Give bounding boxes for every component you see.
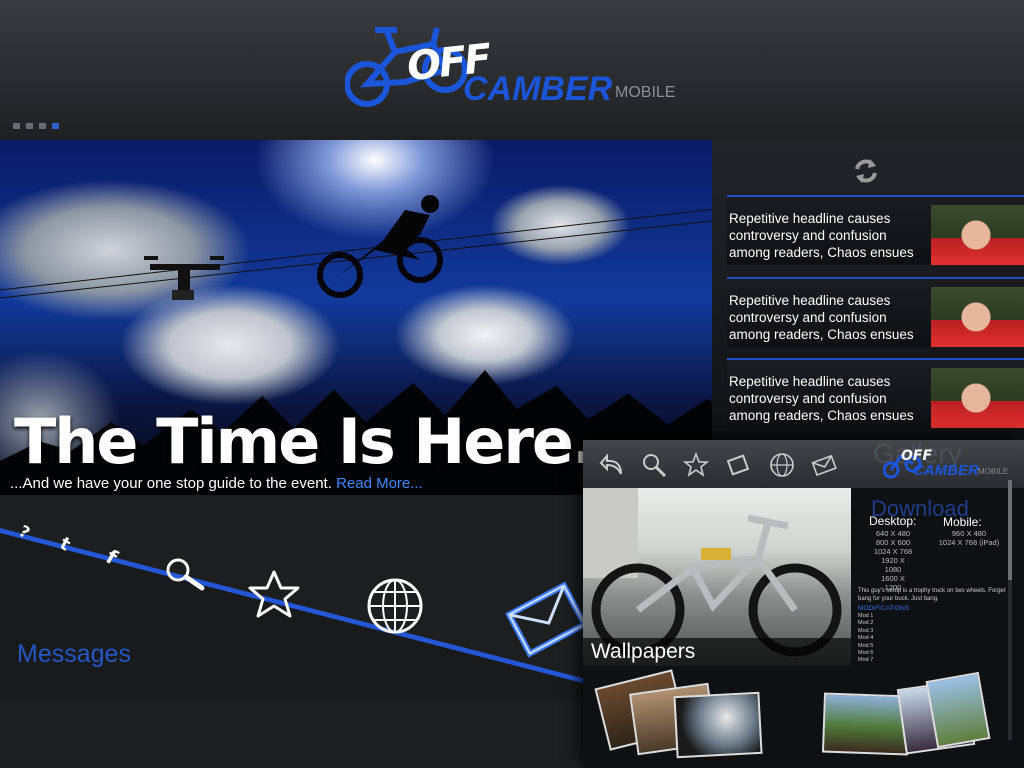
page-dot[interactable]	[39, 123, 46, 129]
top-bar: OFF CAMBER MOBILE	[0, 0, 1024, 140]
gallery-logo-camber: CAMBER	[913, 462, 979, 479]
hero-headline: The Time Is Here.	[14, 405, 596, 478]
news-headline: Repetitive headline causes controversy a…	[729, 374, 914, 423]
mod-item: Mod 2	[858, 620, 874, 627]
gallery-panel[interactable]: Gallery OFF CAMBER MOBILE Wallpapers Dow…	[583, 438, 1024, 768]
news-item[interactable]: Repetitive headline causes controversy a…	[727, 277, 1024, 347]
news-thumbnail	[931, 368, 1024, 428]
gallery-thumbnail[interactable]	[925, 671, 991, 749]
desktop-size-link[interactable]: 1024 X 768	[873, 547, 913, 556]
mod-item: Mod 6	[858, 650, 874, 657]
mod-item: Mod 5	[858, 642, 874, 649]
news-headline: Repetitive headline causes controversy a…	[729, 211, 914, 260]
news-headline: Repetitive headline causes controversy a…	[729, 293, 914, 342]
gallery-logo-mobile: MOBILE	[978, 467, 1009, 476]
mail-icon[interactable]	[505, 581, 589, 658]
rider-silhouette-icon	[317, 195, 443, 298]
desktop-label: Desktop:	[869, 514, 917, 528]
selected-nav-label: Messages	[17, 640, 131, 668]
modifications-list: Mod 1 Mod 2 Mod 3 Mod 4 Mod 5 Mod 6 Mod …	[858, 613, 873, 665]
mail-icon[interactable]	[811, 452, 837, 478]
wallpapers-label: Wallpapers	[583, 638, 851, 666]
mod-item: Mod 7	[858, 657, 874, 664]
page-dot-active[interactable]	[52, 123, 59, 129]
gallery-logo: OFF CAMBER MOBILE	[883, 446, 1008, 484]
desktop-size-link[interactable]: 800 X 600	[873, 538, 913, 547]
mobile-label: Mobile:	[943, 515, 982, 529]
desktop-size-link[interactable]: 640 X 480	[873, 529, 913, 538]
news-thumbnail	[931, 287, 1024, 347]
logo-mobile-text: MOBILE	[615, 84, 676, 101]
tag-icon[interactable]	[725, 452, 751, 478]
star-icon[interactable]	[683, 452, 709, 478]
globe-icon[interactable]	[367, 578, 423, 634]
off-camber-logo[interactable]: OFF CAMBER MOBILE	[345, 22, 690, 127]
news-item[interactable]: Repetitive headline causes controversy a…	[727, 195, 1024, 265]
mobile-size-link[interactable]: 960 X 480	[931, 529, 1007, 538]
mod-item: Mod 3	[858, 627, 874, 634]
mod-item: Mod 1	[858, 613, 874, 619]
back-icon[interactable]	[599, 452, 625, 478]
page-indicator[interactable]	[13, 123, 59, 129]
news-item[interactable]: Repetitive headline causes controversy a…	[727, 358, 1024, 428]
gallery-scrollbar[interactable]	[1008, 480, 1012, 740]
gallery-thumbnail[interactable]	[673, 691, 763, 759]
news-thumbnail	[931, 205, 1024, 265]
page-dot[interactable]	[13, 123, 20, 129]
logo-camber-text: CAMBER	[463, 70, 613, 108]
mobile-sizes: 960 X 480 1024 X 768 (iPad)	[931, 529, 1007, 547]
gallery-thumbnail[interactable]	[821, 692, 911, 756]
wallpaper-image[interactable]: Wallpapers	[583, 488, 851, 666]
globe-icon[interactable]	[769, 452, 795, 478]
modifications-label: MODIFICATIONS	[858, 605, 910, 612]
search-icon[interactable]	[641, 452, 667, 478]
refresh-icon[interactable]	[851, 156, 881, 186]
wallpaper-description: This guy's setup is a trophy truck on tw…	[858, 588, 1006, 602]
desktop-sizes: 640 X 480 800 X 600 1024 X 768 1920 X 10…	[873, 529, 913, 592]
news-panel: Repetitive headline causes controversy a…	[712, 140, 1024, 440]
gallery-toolbar: Gallery OFF CAMBER MOBILE	[583, 438, 1024, 488]
mobile-size-link[interactable]: 1024 X 768 (iPad)	[931, 538, 1007, 547]
camera-drone-icon	[144, 256, 224, 300]
gallery-scroll-thumb[interactable]	[1008, 480, 1012, 580]
desktop-size-link[interactable]: 1920 X 1080	[873, 556, 913, 574]
page-dot[interactable]	[26, 123, 33, 129]
mod-item: Mod 4	[858, 635, 874, 642]
